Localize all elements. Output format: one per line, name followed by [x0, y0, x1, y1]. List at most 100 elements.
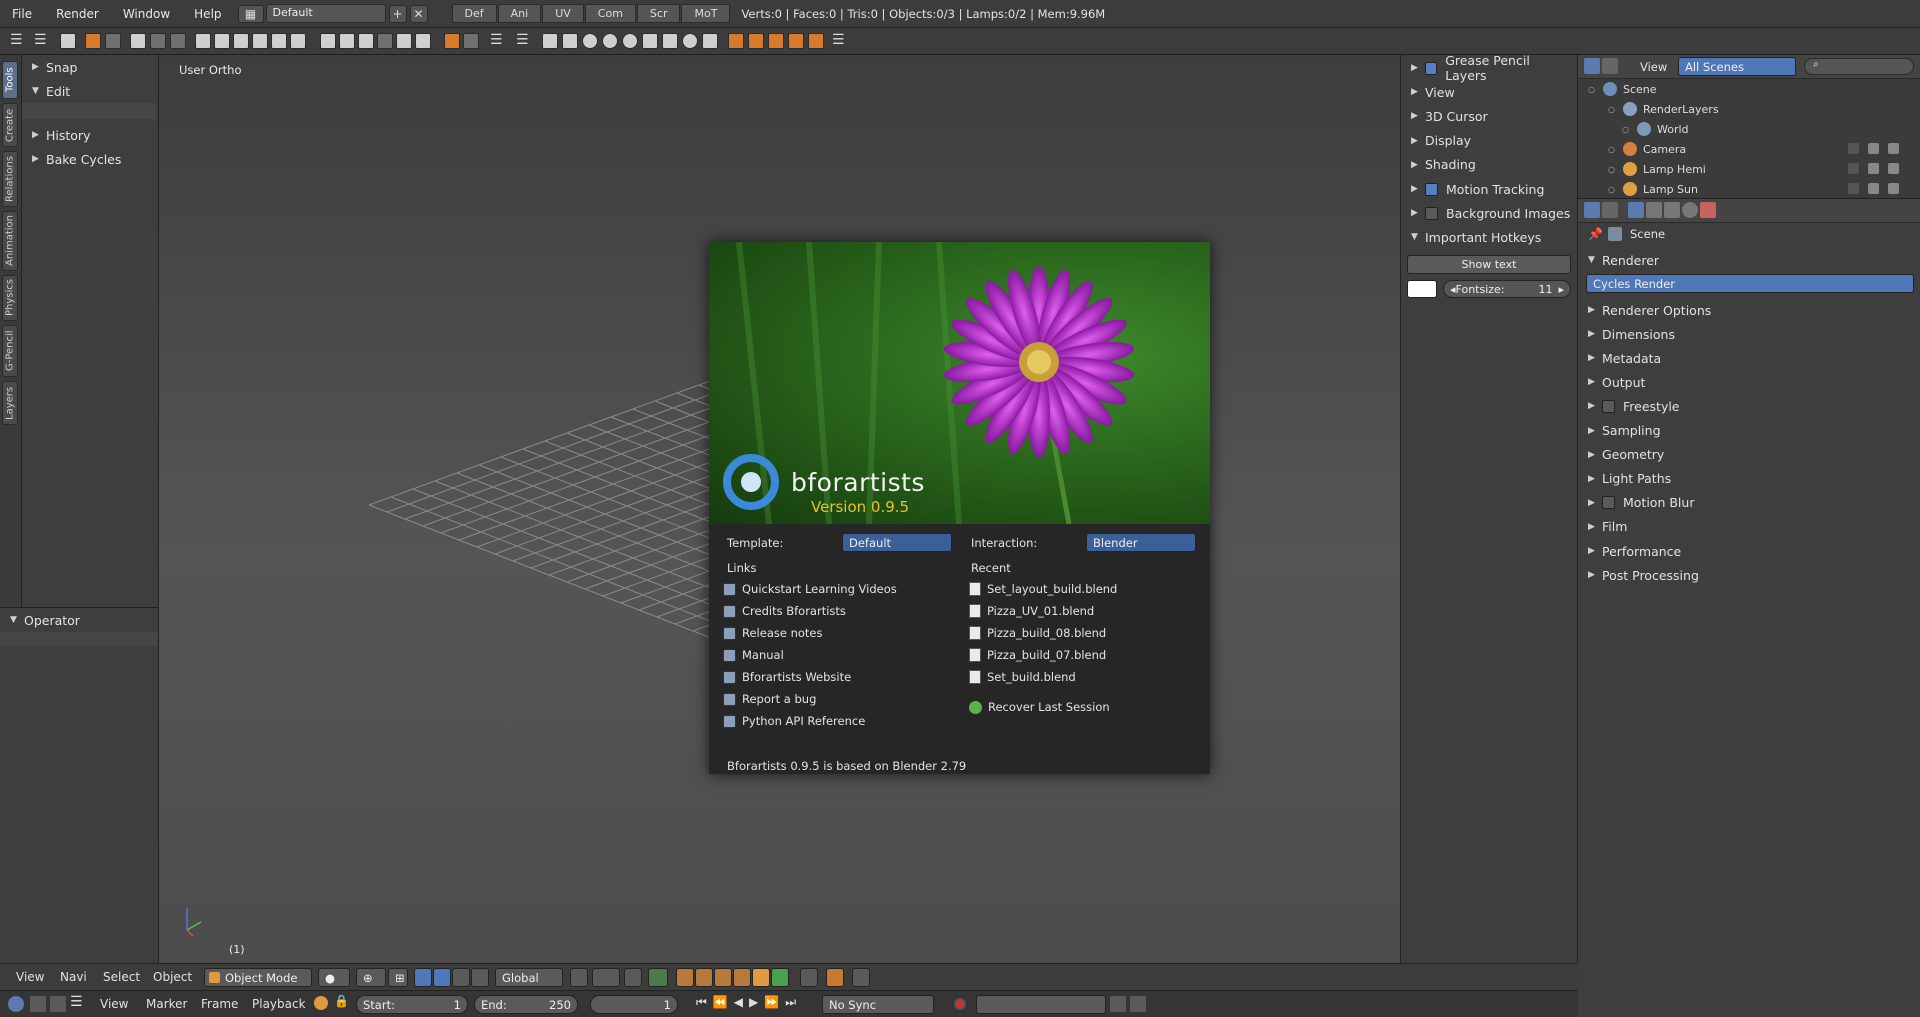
preview-range-icon[interactable]: [314, 996, 328, 1010]
npanel-item[interactable]: ▼ Important Hotkeys: [1411, 226, 1571, 248]
scene-tab-icon[interactable]: [1664, 202, 1680, 218]
menu-list-icon[interactable]: ☰: [34, 32, 47, 48]
manipulator-toggle[interactable]: ⊞: [388, 968, 408, 987]
import-3ds-icon[interactable]: [271, 33, 287, 49]
workspace-com[interactable]: Com: [584, 4, 636, 23]
menu-object[interactable]: Object: [153, 970, 192, 984]
workspace-uv[interactable]: UV: [542, 4, 584, 23]
workspace-mot[interactable]: MoT: [681, 4, 731, 23]
splash-link[interactable]: Python API Reference: [723, 714, 865, 728]
expand-toggle-icon[interactable]: ○: [1608, 185, 1615, 194]
record-icon[interactable]: [954, 998, 966, 1010]
mode-dropdown[interactable]: Object Mode: [204, 968, 312, 987]
properties-menu-icon[interactable]: [1602, 202, 1618, 218]
opengl-anim-icon[interactable]: [826, 968, 844, 987]
workspace-ani[interactable]: Ani: [497, 4, 542, 23]
delete-keyframe-icon[interactable]: [1130, 996, 1146, 1012]
npanel-checkbox[interactable]: [1425, 182, 1438, 196]
fontsize-field[interactable]: ◂ Fontsize: 11 ▸: [1443, 280, 1571, 298]
show-text-button[interactable]: Show text: [1407, 255, 1571, 274]
lamp-add-icon[interactable]: [788, 33, 804, 49]
uvsphere-icon[interactable]: [622, 33, 638, 49]
menu-view[interactable]: View: [16, 970, 44, 984]
panel-bake-cycles[interactable]: ▶ Bake Cycles: [22, 147, 158, 171]
outliner-menu-icon[interactable]: [1602, 58, 1618, 74]
proportional-edit[interactable]: [570, 968, 588, 987]
render-engine-dropdown[interactable]: Cycles Render: [1586, 274, 1914, 293]
npanel-item[interactable]: ▶ View: [1411, 81, 1571, 103]
panel-dimensions[interactable]: ▶ Dimensions: [1588, 323, 1675, 345]
append-icon[interactable]: [463, 33, 479, 49]
interaction-dropdown[interactable]: Blender: [1086, 533, 1196, 552]
splash-link[interactable]: Report a bug: [723, 692, 816, 706]
visibility-icon[interactable]: [1848, 143, 1859, 154]
menu-list-icon-2[interactable]: ☰: [490, 32, 503, 48]
layout-name-field[interactable]: Default: [265, 4, 386, 23]
shading-dropdown[interactable]: ●: [318, 968, 350, 987]
timeline-menu-frame[interactable]: Frame: [201, 997, 238, 1011]
npanel-checkbox[interactable]: [1424, 61, 1438, 75]
tab-create[interactable]: Create: [2, 103, 18, 147]
panel-checkbox[interactable]: [1602, 496, 1615, 510]
panel-metadata[interactable]: ▶ Metadata: [1588, 347, 1661, 369]
npanel-checkbox[interactable]: [1425, 206, 1438, 220]
timeline-menu-icon[interactable]: ☰: [70, 994, 83, 1010]
panel-film[interactable]: ▶ Film: [1588, 516, 1627, 538]
expand-toggle-icon[interactable]: ○: [1588, 85, 1595, 94]
cylinder-icon[interactable]: [642, 33, 658, 49]
export-dae-icon[interactable]: [358, 33, 374, 49]
layout-type-icon[interactable]: ▦: [237, 4, 264, 23]
template-dropdown[interactable]: Default: [842, 533, 952, 552]
expand-toggle-icon[interactable]: ○: [1608, 105, 1615, 114]
splash-link[interactable]: Manual: [723, 648, 784, 662]
visibility-icon[interactable]: [1848, 163, 1859, 174]
link-icon[interactable]: [444, 33, 460, 49]
grid-icon[interactable]: [702, 33, 718, 49]
menu-list-icon-4[interactable]: ☰: [832, 32, 845, 48]
panel-motion-blur[interactable]: ▶ Motion Blur: [1588, 492, 1694, 514]
panel-geometry[interactable]: ▶ Geometry: [1588, 444, 1664, 466]
camera-add-icon[interactable]: [768, 33, 784, 49]
insert-keyframe-icon[interactable]: [1110, 996, 1126, 1012]
increment-arrow-icon[interactable]: ▸: [1558, 283, 1564, 296]
tab-gpencil[interactable]: G-Pencil: [2, 325, 18, 377]
splash-link[interactable]: Credits Bforartists: [723, 604, 846, 618]
outliner-row[interactable]: ○ Camera: [1578, 139, 1920, 159]
layers-6[interactable]: [771, 968, 789, 987]
npanel-item[interactable]: ▶ Display: [1411, 130, 1571, 152]
expand-toggle-icon[interactable]: ○: [1608, 165, 1615, 174]
outliner-row[interactable]: ○ Lamp Hemi: [1578, 159, 1920, 179]
snap-toggle[interactable]: [648, 968, 668, 987]
render-icon[interactable]: [1888, 143, 1899, 154]
current-frame-field[interactable]: 1: [590, 995, 678, 1014]
text-color-swatch[interactable]: [1407, 280, 1437, 298]
npanel-item[interactable]: ▶ Motion Tracking: [1411, 178, 1571, 200]
play-icon[interactable]: ▶: [749, 995, 764, 1009]
outliner-editor-icon[interactable]: [1584, 58, 1600, 74]
panel-operator[interactable]: ▼ Operator: [0, 608, 158, 632]
cone-icon[interactable]: [662, 33, 678, 49]
orientation-dropdown[interactable]: Global: [495, 968, 563, 987]
npanel-item[interactable]: ▶ Shading: [1411, 154, 1571, 176]
rotate-manipulator[interactable]: [433, 968, 451, 987]
layers-3[interactable]: [714, 968, 732, 987]
torus-icon[interactable]: [682, 33, 698, 49]
timeline-view-icon[interactable]: [30, 996, 46, 1012]
import-fbx-icon[interactable]: [195, 33, 211, 49]
add-layout-icon[interactable]: +: [388, 4, 407, 23]
outliner-row[interactable]: ○ RenderLayers: [1578, 99, 1920, 119]
menu-list-icon-3[interactable]: ☰: [516, 32, 529, 48]
play-reverse-icon[interactable]: ◀: [734, 995, 749, 1009]
snap-target[interactable]: [624, 968, 642, 987]
texture-tab-icon[interactable]: [1700, 202, 1716, 218]
opengl-render-icon[interactable]: [800, 968, 818, 987]
panel-edit[interactable]: ▼ Edit: [22, 79, 158, 103]
world-tab-icon[interactable]: [1682, 202, 1698, 218]
outliner-row[interactable]: ○ World: [1578, 119, 1920, 139]
import-dae-icon[interactable]: [233, 33, 249, 49]
recover-last-session[interactable]: Recover Last Session: [969, 700, 1110, 714]
recent-file[interactable]: Pizza_build_07.blend: [969, 648, 1106, 662]
timeline-keyframe-icon[interactable]: [50, 996, 66, 1012]
tab-relations[interactable]: Relations: [2, 151, 18, 207]
start-frame-field[interactable]: Start: 1: [356, 995, 468, 1014]
